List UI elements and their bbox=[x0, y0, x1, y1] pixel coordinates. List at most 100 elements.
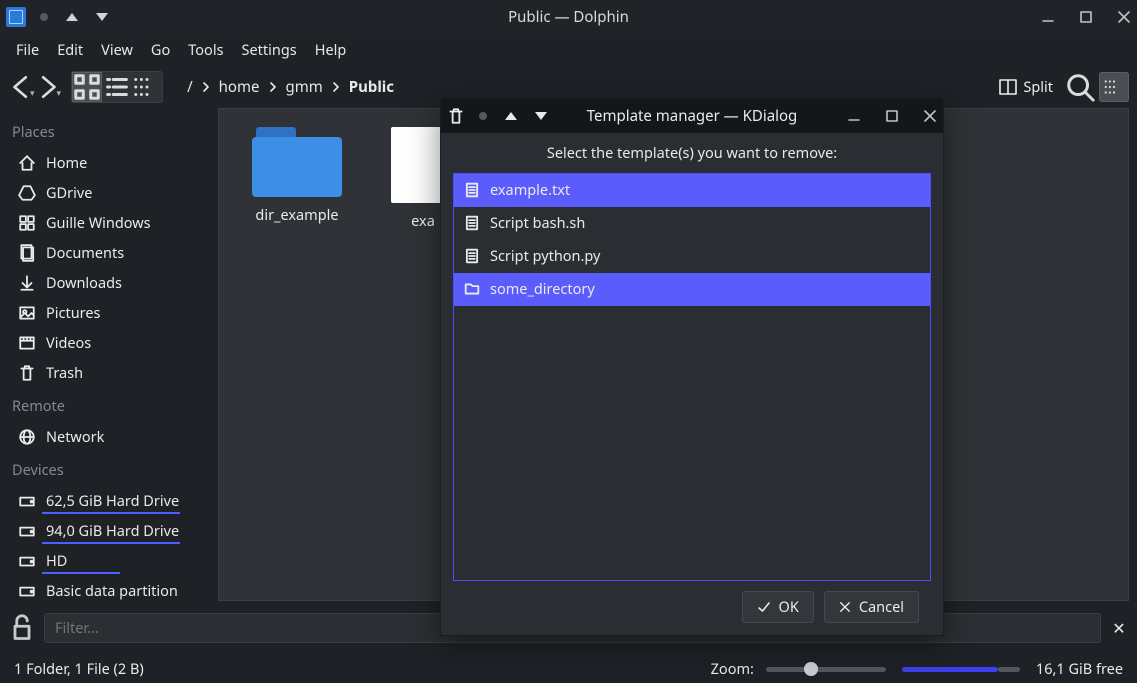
disk-free-label: 16,1 GiB free bbox=[1036, 659, 1123, 679]
close-button[interactable] bbox=[1115, 8, 1133, 26]
list-item-label: Script bash.sh bbox=[490, 213, 585, 233]
list-item[interactable]: Script bash.sh bbox=[454, 207, 930, 240]
split-label: Split bbox=[1023, 77, 1053, 97]
sidebar-item-label: Trash bbox=[46, 363, 83, 383]
dialog-titlebar[interactable]: Template manager — KDialog bbox=[441, 99, 943, 133]
network-icon bbox=[18, 428, 36, 446]
list-item[interactable]: some_directory bbox=[454, 273, 930, 306]
window-title: Public — Dolphin bbox=[0, 7, 1137, 27]
breadcrumb-current[interactable]: Public bbox=[349, 77, 394, 97]
ok-label: OK bbox=[779, 597, 799, 617]
chevron-right-icon bbox=[331, 77, 341, 97]
parent-window-titlebar: Public — Dolphin bbox=[0, 0, 1137, 34]
menu-tools[interactable]: Tools bbox=[180, 36, 231, 64]
sidebar-item-label: Downloads bbox=[46, 273, 122, 293]
breadcrumb[interactable]: / home gmm Public bbox=[187, 77, 394, 97]
cancel-button[interactable]: Cancel bbox=[824, 591, 919, 623]
sidebar-item-windows[interactable]: Guille Windows bbox=[0, 208, 210, 238]
status-bar: 1 Folder, 1 File (2 B) Zoom: 16,1 GiB fr… bbox=[0, 655, 1137, 683]
videos-icon bbox=[18, 334, 36, 352]
sidebar-item-label: 62,5 GiB Hard Drive bbox=[46, 491, 179, 511]
split-button[interactable]: Split bbox=[991, 72, 1061, 102]
sidebar-item-downloads[interactable]: Downloads bbox=[0, 268, 210, 298]
dialog-minimize-button[interactable] bbox=[845, 107, 863, 125]
sidebar-item-label: GDrive bbox=[46, 183, 92, 203]
control-button[interactable] bbox=[1099, 72, 1129, 102]
menu-view[interactable]: View bbox=[93, 36, 141, 64]
sidebar-item-drive-1[interactable]: 62,5 GiB Hard Drive bbox=[0, 486, 210, 516]
textfile-icon bbox=[464, 248, 480, 264]
maximize-button[interactable] bbox=[1077, 8, 1095, 26]
drive-icon bbox=[18, 582, 36, 600]
status-summary: 1 Folder, 1 File (2 B) bbox=[14, 659, 144, 679]
details-view-button[interactable] bbox=[132, 72, 162, 102]
sidebar-item-label: HD bbox=[46, 551, 67, 571]
filter-close-button[interactable]: ✕ bbox=[1109, 617, 1129, 639]
file-label: exa bbox=[411, 211, 435, 231]
list-item-label: example.txt bbox=[490, 180, 570, 200]
pictures-icon bbox=[18, 304, 36, 322]
devices-header: Devices bbox=[0, 452, 210, 486]
sidebar-item-label: Guille Windows bbox=[46, 213, 151, 233]
sidebar-item-pictures[interactable]: Pictures bbox=[0, 298, 210, 328]
folder-icon bbox=[464, 281, 480, 297]
remote-header: Remote bbox=[0, 388, 210, 422]
menubar: File Edit View Go Tools Settings Help bbox=[0, 34, 1137, 66]
breadcrumb-home[interactable]: home bbox=[219, 77, 260, 97]
sidebar-item-drive-2[interactable]: 94,0 GiB Hard Drive bbox=[0, 516, 210, 546]
view-mode-group bbox=[71, 71, 163, 103]
menu-settings[interactable]: Settings bbox=[234, 36, 305, 64]
list-item[interactable]: Script python.py bbox=[454, 240, 930, 273]
lock-icon[interactable] bbox=[8, 614, 36, 642]
cancel-label: Cancel bbox=[859, 597, 904, 617]
menu-go[interactable]: Go bbox=[143, 36, 178, 64]
sidebar-item-label: Pictures bbox=[46, 303, 101, 323]
forward-menu-icon[interactable]: ▾ bbox=[57, 86, 62, 99]
sidebar-item-drive-4[interactable]: Basic data partition bbox=[0, 576, 210, 601]
zoom-slider[interactable] bbox=[766, 665, 886, 673]
file-item-folder[interactable]: dir_example bbox=[237, 127, 357, 225]
list-item-label: some_directory bbox=[490, 279, 595, 299]
list-item[interactable]: example.txt bbox=[454, 174, 930, 207]
search-button[interactable] bbox=[1065, 72, 1095, 102]
sidebar-item-label: Videos bbox=[46, 333, 91, 353]
drive-icon bbox=[18, 522, 36, 540]
menu-edit[interactable]: Edit bbox=[49, 36, 91, 64]
trash-icon bbox=[18, 364, 36, 382]
dialog-maximize-button[interactable] bbox=[883, 107, 901, 125]
places-panel: Places Home GDrive Guille Windows Docume… bbox=[0, 108, 210, 601]
windows-icon bbox=[18, 214, 36, 232]
home-icon bbox=[18, 154, 36, 172]
documents-icon bbox=[18, 244, 36, 262]
minimize-button[interactable] bbox=[1039, 8, 1057, 26]
sidebar-item-label: Home bbox=[46, 153, 87, 173]
sidebar-item-trash[interactable]: Trash bbox=[0, 358, 210, 388]
sidebar-item-videos[interactable]: Videos bbox=[0, 328, 210, 358]
textfile-icon bbox=[464, 182, 480, 198]
sidebar-item-gdrive[interactable]: GDrive bbox=[0, 178, 210, 208]
sidebar-item-drive-3[interactable]: HD bbox=[0, 546, 210, 576]
icons-view-button[interactable] bbox=[72, 72, 102, 102]
chevron-right-icon bbox=[201, 77, 211, 97]
gdrive-icon bbox=[18, 184, 36, 202]
list-item-label: Script python.py bbox=[490, 246, 600, 266]
downloads-icon bbox=[18, 274, 36, 292]
sidebar-item-network[interactable]: Network bbox=[0, 422, 210, 452]
sidebar-item-label: Documents bbox=[46, 243, 124, 263]
folder-icon bbox=[252, 127, 342, 197]
menu-file[interactable]: File bbox=[8, 36, 47, 64]
drive-icon bbox=[18, 552, 36, 570]
menu-help[interactable]: Help bbox=[307, 36, 355, 64]
ok-button[interactable]: OK bbox=[742, 591, 814, 623]
breadcrumb-root[interactable]: / bbox=[187, 77, 193, 97]
sidebar-item-label: Network bbox=[46, 427, 104, 447]
textfile-icon bbox=[464, 215, 480, 231]
sidebar-item-home[interactable]: Home bbox=[0, 148, 210, 178]
drive-icon bbox=[18, 492, 36, 510]
breadcrumb-user[interactable]: gmm bbox=[286, 77, 323, 97]
sidebar-item-documents[interactable]: Documents bbox=[0, 238, 210, 268]
dialog-close-button[interactable] bbox=[921, 107, 939, 125]
chevron-right-icon bbox=[268, 77, 278, 97]
template-list[interactable]: example.txt Script bash.sh Script python… bbox=[453, 173, 931, 581]
compact-view-button[interactable] bbox=[102, 72, 132, 102]
